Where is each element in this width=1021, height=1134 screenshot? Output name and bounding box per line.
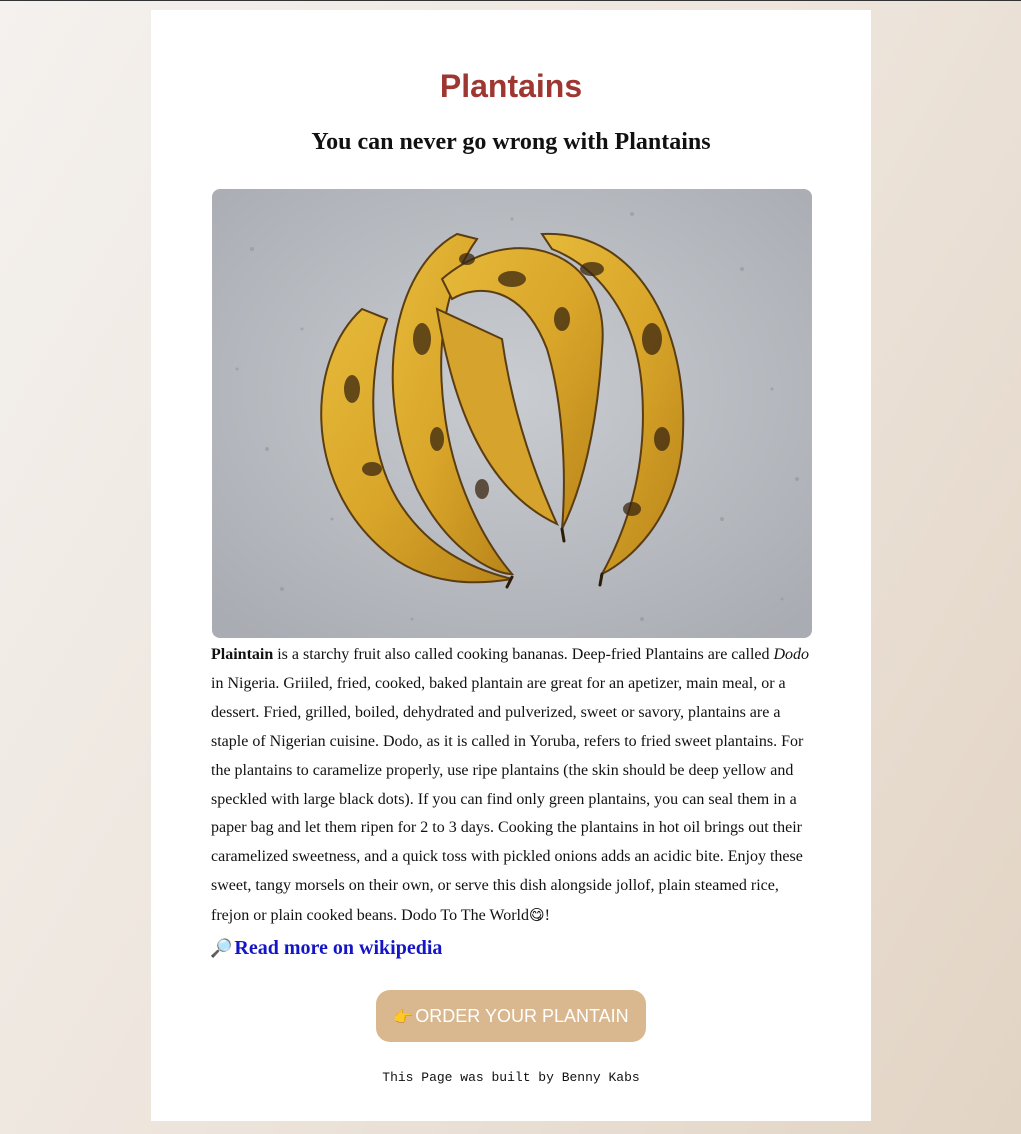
plantains-photo	[212, 189, 812, 638]
order-plantain-button[interactable]: 👉 ORDER YOUR PLANTAIN	[376, 990, 646, 1042]
description-text-2: in Nigeria. Griiled, fried, cooked, bake…	[211, 674, 804, 925]
page-card: Plantains You can never go wrong with Pl…	[151, 10, 871, 1121]
page-subtitle: You can never go wrong with Plantains	[311, 129, 711, 155]
description-paragraph: Plaintain is a starchy fruit also called…	[211, 641, 815, 931]
page-title: Plantains	[439, 68, 583, 104]
wiki-link-row: 🔎 Read more on wikipedia	[210, 937, 442, 960]
footer-credit: This Page was built by Benny Kabs	[382, 1070, 640, 1085]
description-end: !	[544, 907, 550, 925]
description-text-1: is a starchy fruit also called cooking b…	[273, 646, 774, 663]
yum-emoji: 😋	[528, 906, 545, 925]
order-button-label: ORDER YOUR PLANTAIN	[415, 1005, 629, 1026]
pointing-hand-icon: 👉	[393, 1006, 414, 1026]
wikipedia-link[interactable]: Read more on wikipedia	[234, 937, 442, 960]
magnifier-icon: 🔎	[210, 938, 233, 959]
dodo-term: Dodo	[773, 646, 810, 663]
plaintain-term: Plaintain	[211, 646, 274, 663]
